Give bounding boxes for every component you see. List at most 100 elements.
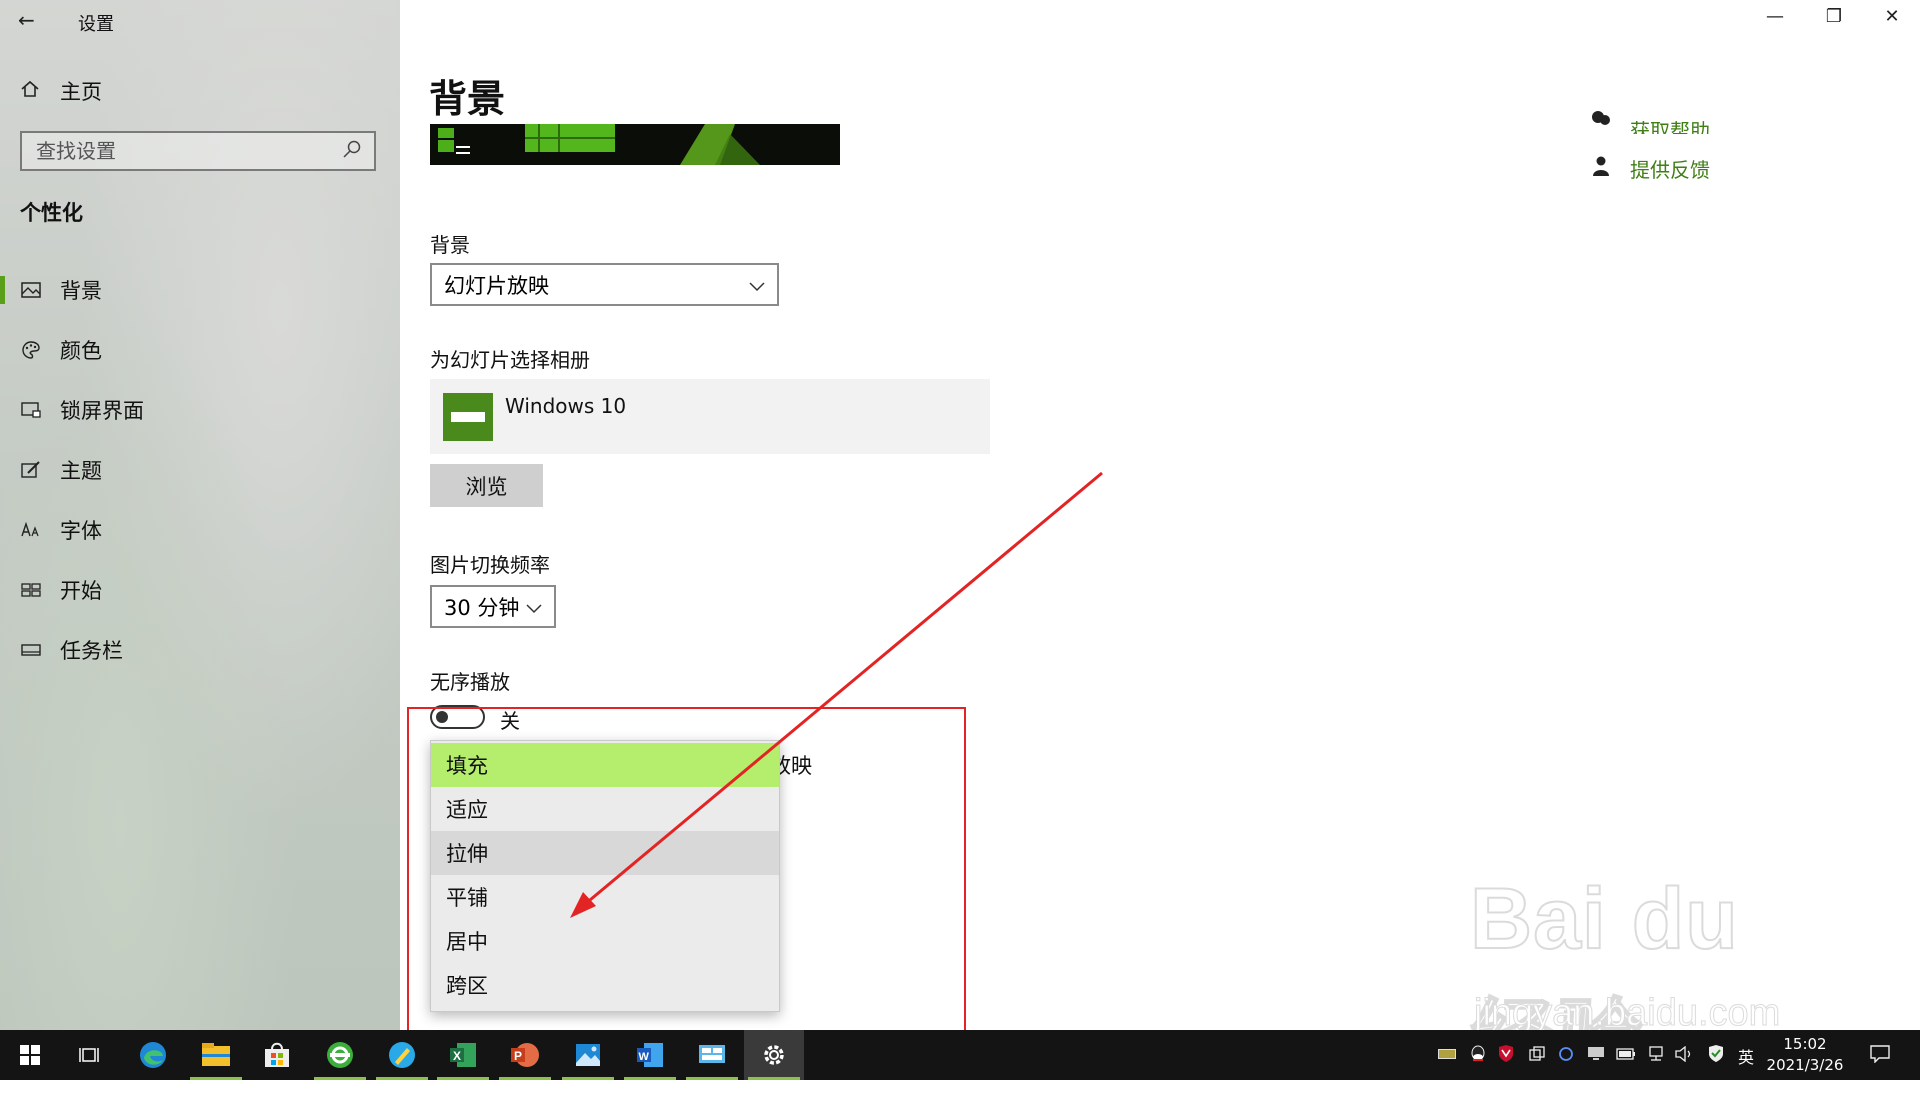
sidebar-item-taskbar[interactable]: 任务栏: [0, 620, 400, 680]
display-icon[interactable]: [1586, 1044, 1606, 1064]
sidebar-item-label: 主题: [60, 459, 102, 483]
notification-center-icon[interactable]: [1868, 1044, 1892, 1064]
settings-sidebar: ← 设置 主页 个性化 背景 颜色 锁屏界面: [0, 0, 400, 1030]
shuffle-state: 关: [500, 709, 520, 733]
page-title: 背景: [429, 77, 506, 121]
fit-option-stretch[interactable]: 拉伸: [431, 831, 779, 875]
help-chat-icon: [1590, 109, 1612, 134]
notes-icon[interactable]: [372, 1030, 432, 1080]
file-explorer-icon[interactable]: [186, 1030, 246, 1080]
feedback-person-icon: [1590, 155, 1612, 182]
chevron-down-icon: [749, 273, 765, 297]
taskbar-icon: [20, 639, 42, 661]
home-icon: [20, 79, 40, 104]
antivirus-shield-icon[interactable]: [1496, 1044, 1516, 1064]
baidu-watermark: Bai du 经验 jingyan.baidu.com: [1469, 870, 1840, 1089]
frequency-select[interactable]: 30 分钟: [430, 585, 556, 628]
sidebar-item-label: 任务栏: [60, 639, 123, 663]
shuffle-label: 无序播放: [430, 670, 510, 694]
sidebar-item-label: 背景: [60, 279, 102, 303]
sidebar-item-label: 开始: [60, 579, 102, 603]
arrow-left-icon[interactable]: ←: [18, 8, 35, 32]
store-icon[interactable]: [247, 1030, 307, 1080]
get-help-link[interactable]: 获取帮助: [1590, 108, 1710, 134]
picture-icon: [20, 279, 42, 301]
minimize-icon[interactable]: —: [1755, 6, 1795, 27]
album-card[interactable]: Windows 10: [430, 379, 990, 454]
task-view-icon[interactable]: [60, 1030, 120, 1080]
start-grid-icon: [20, 579, 42, 601]
fit-option-tile[interactable]: 平铺: [431, 875, 779, 919]
background-type-value: 幻灯片放映: [444, 273, 549, 298]
window-title: 设置: [78, 14, 114, 35]
sidebar-item-color[interactable]: 颜色: [0, 320, 400, 380]
fit-dropdown-list: 填充 适应 拉伸 平铺 居中 跨区: [430, 740, 780, 1012]
windows-start-icon[interactable]: [0, 1030, 60, 1080]
album-label: 为幻灯片选择相册: [430, 348, 590, 372]
qq-icon[interactable]: [1468, 1044, 1488, 1064]
feedback-link[interactable]: 提供反馈: [1590, 154, 1710, 183]
background-type-select[interactable]: 幻灯片放映: [430, 263, 779, 306]
background-label: 背景: [430, 233, 470, 257]
volume-icon[interactable]: [1674, 1044, 1694, 1064]
copy-windows-icon[interactable]: [1527, 1044, 1547, 1064]
fit-option-fit[interactable]: 适应: [431, 787, 779, 831]
feedback-label: 提供反馈: [1630, 158, 1710, 182]
cortana-ring-icon[interactable]: [1556, 1044, 1576, 1064]
lock-screen-icon: [20, 399, 42, 421]
album-name: Windows 10: [505, 394, 627, 418]
ime-indicator[interactable]: 英: [1738, 1044, 1754, 1068]
taskbar: X P W 英 15:02 2021/3/26: [0, 1030, 1920, 1080]
clock-time: 15:02: [1783, 1035, 1827, 1053]
background-preview: [430, 124, 840, 165]
palette-icon: [20, 339, 42, 361]
browser-360-icon[interactable]: [310, 1030, 370, 1080]
svg-text:W: W: [639, 1051, 650, 1063]
section-title: 个性化: [20, 201, 83, 225]
sidebar-item-label: 锁屏界面: [60, 399, 144, 423]
svg-text:P: P: [514, 1049, 522, 1063]
settings-gear-icon[interactable]: [744, 1030, 804, 1080]
sidebar-item-theme[interactable]: 主题: [0, 440, 400, 500]
search-input[interactable]: [34, 138, 342, 164]
svg-text:X: X: [453, 1049, 461, 1063]
powerpoint-icon[interactable]: P: [495, 1030, 555, 1080]
get-help-label: 获取帮助: [1630, 119, 1710, 134]
control-panel-icon[interactable]: [682, 1030, 742, 1080]
excel-icon[interactable]: X: [433, 1030, 493, 1080]
sidebar-item-start[interactable]: 开始: [0, 560, 400, 620]
keyboard-icon[interactable]: [1437, 1044, 1457, 1064]
fit-option-center[interactable]: 居中: [431, 919, 779, 963]
search-box: [20, 131, 376, 171]
frequency-value: 30 分钟: [444, 595, 520, 620]
sidebar-item-font[interactable]: 字体: [0, 500, 400, 560]
sidebar-item-background[interactable]: 背景: [0, 260, 400, 320]
font-icon: [20, 519, 42, 541]
security-shield-icon[interactable]: [1706, 1044, 1726, 1064]
clock-date: 2021/3/26: [1766, 1056, 1844, 1074]
photos-icon[interactable]: [558, 1030, 618, 1080]
close-icon[interactable]: ✕: [1872, 6, 1912, 27]
browse-button[interactable]: 浏览: [430, 464, 543, 507]
search-icon[interactable]: [342, 139, 362, 163]
battery-icon[interactable]: [1616, 1044, 1636, 1064]
fit-option-span[interactable]: 跨区: [431, 963, 779, 1007]
sidebar-nav: 背景 颜色 锁屏界面 主题 字体 开始 任务栏: [0, 260, 400, 680]
sidebar-item-lock-screen[interactable]: 锁屏界面: [0, 380, 400, 440]
edge-icon[interactable]: [123, 1030, 183, 1080]
sidebar-home[interactable]: 主页: [20, 76, 102, 106]
word-icon[interactable]: W: [620, 1030, 680, 1080]
system-clock[interactable]: 15:02 2021/3/26: [1760, 1034, 1850, 1076]
watermark-url: jingyan.baidu.com: [1473, 992, 1781, 1035]
sidebar-item-label: 颜色: [60, 339, 102, 363]
frequency-label: 图片切换频率: [430, 553, 550, 577]
chevron-down-icon: [526, 595, 542, 619]
shuffle-toggle[interactable]: [430, 705, 485, 729]
theme-brush-icon: [20, 459, 42, 481]
sidebar-item-label: 字体: [60, 519, 102, 543]
album-folder-icon: [443, 392, 493, 441]
restore-icon[interactable]: ❐: [1814, 6, 1854, 27]
sidebar-home-label: 主页: [60, 80, 102, 104]
network-icon[interactable]: [1646, 1044, 1666, 1064]
fit-option-fill[interactable]: 填充: [431, 743, 779, 787]
